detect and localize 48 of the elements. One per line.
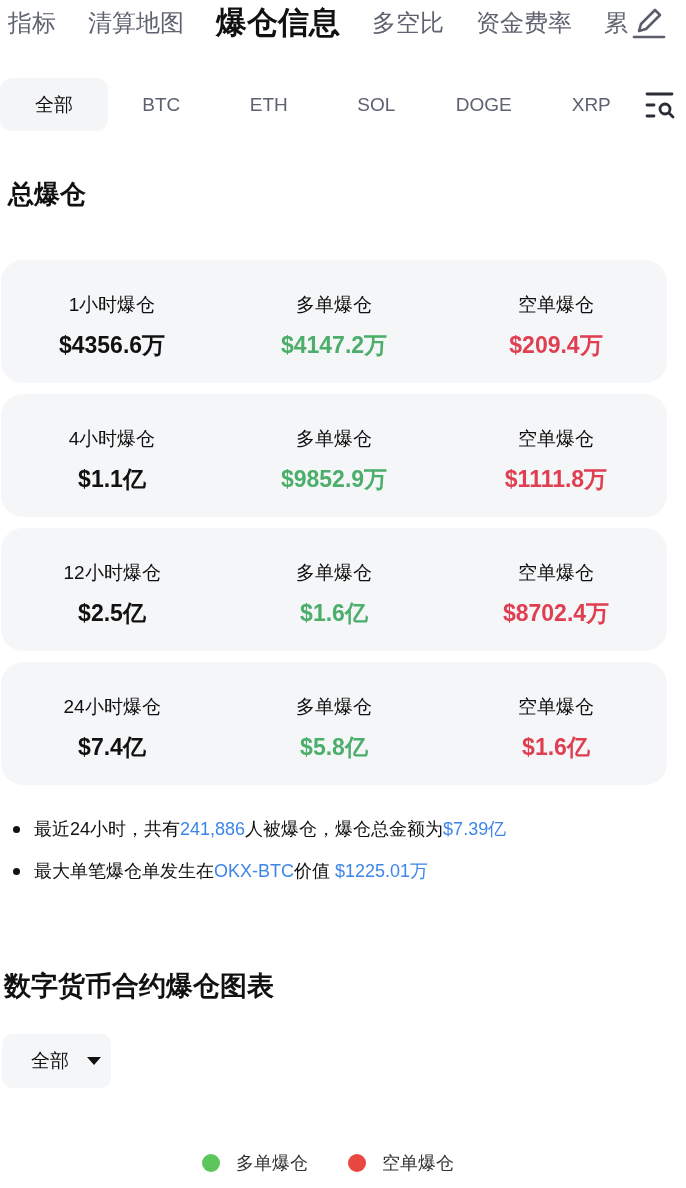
stat-value: $1.6亿 <box>300 599 368 628</box>
coin-filter-tab[interactable]: ETH <box>215 78 323 131</box>
stat-value: $1111.8万 <box>504 465 608 494</box>
stat-label: 空单爆仓 <box>518 561 594 585</box>
section-title: 数字货币合约爆仓图表 <box>4 970 274 1003</box>
nav-tab[interactable]: 爆仓信息 <box>216 4 340 42</box>
coin-filter-tab[interactable]: 全部 <box>0 78 108 131</box>
nav-tab[interactable]: 累 <box>604 8 628 38</box>
bullet-icon <box>13 867 20 875</box>
list-search-icon[interactable] <box>645 90 675 119</box>
bullet-icon <box>13 825 20 833</box>
coin-filter-tab[interactable]: SOL <box>322 78 430 131</box>
stat-label: 空单爆仓 <box>518 427 594 451</box>
section-title: 总爆仓 <box>8 178 86 211</box>
stat-label: 12小时爆仓 <box>63 561 161 585</box>
stat-value: $5.8亿 <box>300 733 368 762</box>
nav-tab[interactable]: 资金费率 <box>476 8 572 38</box>
nav-tab[interactable]: 指标 <box>8 8 56 38</box>
coin-filter-tab[interactable]: XRP <box>537 78 645 131</box>
stat-label: 1小时爆仓 <box>68 293 156 317</box>
stat-value: $209.4万 <box>509 331 603 360</box>
coin-filter-tab[interactable]: DOGE <box>430 78 538 131</box>
caret-icon <box>87 1057 101 1065</box>
stat-label: 多单爆仓 <box>296 561 372 585</box>
coin-filter-tab[interactable]: BTC <box>107 78 215 131</box>
stat-value: $1.6亿 <box>522 733 590 762</box>
legend-label: 空单爆仓 <box>382 1152 454 1175</box>
coin-dropdown[interactable]: 全部 <box>2 1034 111 1088</box>
stat-value: $1.1亿 <box>78 465 146 494</box>
stat-value: $8702.4万 <box>502 599 610 628</box>
nav-tab[interactable]: 多空比 <box>372 8 444 38</box>
nav-tab[interactable]: 清算地图 <box>88 8 184 38</box>
stat-value: $2.5亿 <box>78 599 146 628</box>
stat-label: 多单爆仓 <box>296 293 372 317</box>
summary-note: 最大单笔爆仓单发生在OKX-BTC价值 $1225.01万 <box>34 860 429 883</box>
stat-label: 24小时爆仓 <box>63 695 161 719</box>
stat-value: $7.4亿 <box>78 733 146 762</box>
stat-label: 空单爆仓 <box>518 293 594 317</box>
stat-label: 空单爆仓 <box>518 695 594 719</box>
legend-label: 多单爆仓 <box>236 1152 308 1175</box>
summary-note: 最近24小时，共有241,886人被爆仓，爆仓总金额为$7.39亿 <box>34 818 507 841</box>
stat-label: 多单爆仓 <box>296 427 372 451</box>
stat-value: $9852.9万 <box>280 465 388 494</box>
stat-label: 4小时爆仓 <box>68 427 156 451</box>
stat-value: $4356.6万 <box>58 331 166 360</box>
stat-label: 多单爆仓 <box>296 695 372 719</box>
stat-value: $4147.2万 <box>280 331 388 360</box>
pencil-icon[interactable] <box>632 7 666 39</box>
